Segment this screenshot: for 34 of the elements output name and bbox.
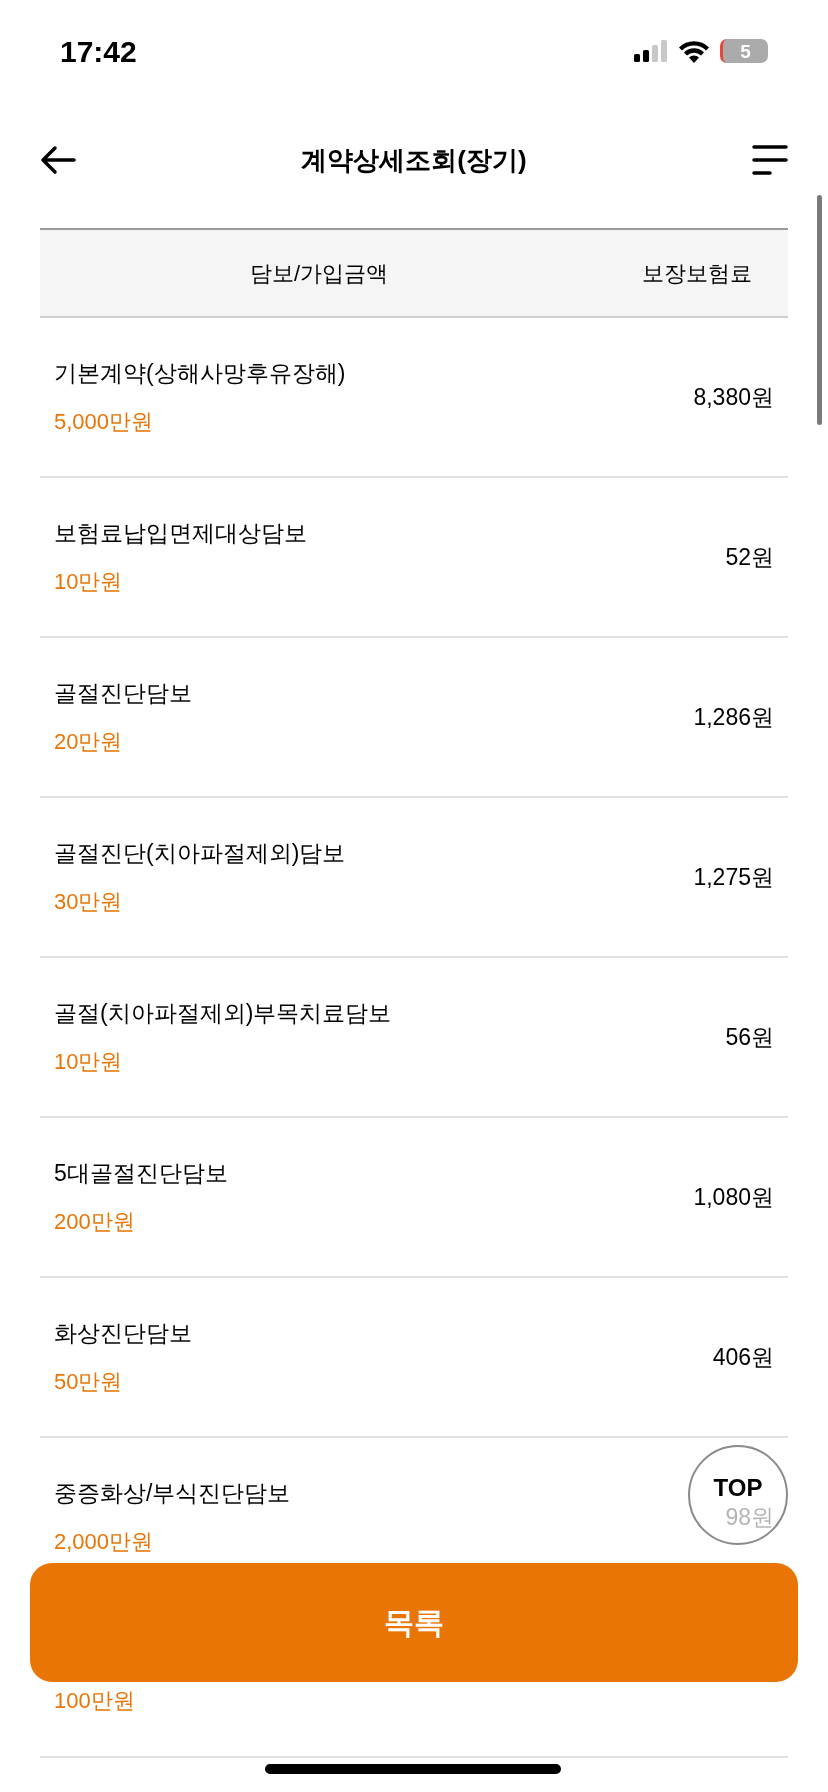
coverage-name: 보험료납입면제대상담보 (54, 519, 307, 549)
coverage-amount: 50만원 (54, 1367, 124, 1396)
coverage-amount: 5,000만원 (54, 407, 155, 436)
signal-icon (634, 40, 668, 62)
wifi-icon (678, 39, 710, 63)
column-header: 보장보험료 (642, 259, 752, 288)
coverage-name: 골절진단(치아파절제외)담보 (54, 839, 346, 869)
coverage-amount: 2,000만원 (54, 1527, 155, 1556)
coverage-name: 기본계약(상해사망후유장해) (54, 359, 346, 389)
coverage-name: 화상진단담보 (54, 1319, 192, 1349)
premium-amount: 52원 (725, 542, 774, 572)
coverage-name: 5대골절진단담보 (54, 1159, 228, 1189)
coverage-amount: 10만원 (54, 1047, 124, 1076)
menu-icon[interactable] (752, 144, 788, 176)
premium-amount: 98원 (725, 1502, 774, 1532)
premium-amount: 1,275원 (693, 862, 774, 892)
coverage-amount: 10만원 (54, 567, 124, 596)
premium-amount: 8,380원 (693, 382, 774, 412)
battery-icon: 5 (720, 39, 768, 63)
coverage-name: 중증화상/부식진단담보 (54, 1479, 291, 1509)
back-arrow-icon[interactable] (40, 145, 76, 175)
premium-amount: 1,080원 (693, 1182, 774, 1212)
premium-amount: 1,286원 (693, 702, 774, 732)
page-title: 계약상세조회(장기) (301, 143, 527, 177)
premium-amount: 406원 (712, 1342, 774, 1372)
coverage-amount: 200만원 (54, 1207, 136, 1236)
coverage-name: 골절(치아파절제외)부목치료담보 (54, 999, 392, 1029)
coverage-amount: 100만원 (54, 1686, 135, 1715)
column-header: 담보/가입금액 (250, 259, 389, 288)
status-time: 17:42 (60, 33, 137, 70)
coverage-amount: 20만원 (54, 727, 124, 756)
premium-amount: 56원 (725, 1022, 774, 1052)
coverage-amount: 30만원 (54, 887, 124, 916)
coverage-name: 골절진단담보 (54, 679, 192, 709)
